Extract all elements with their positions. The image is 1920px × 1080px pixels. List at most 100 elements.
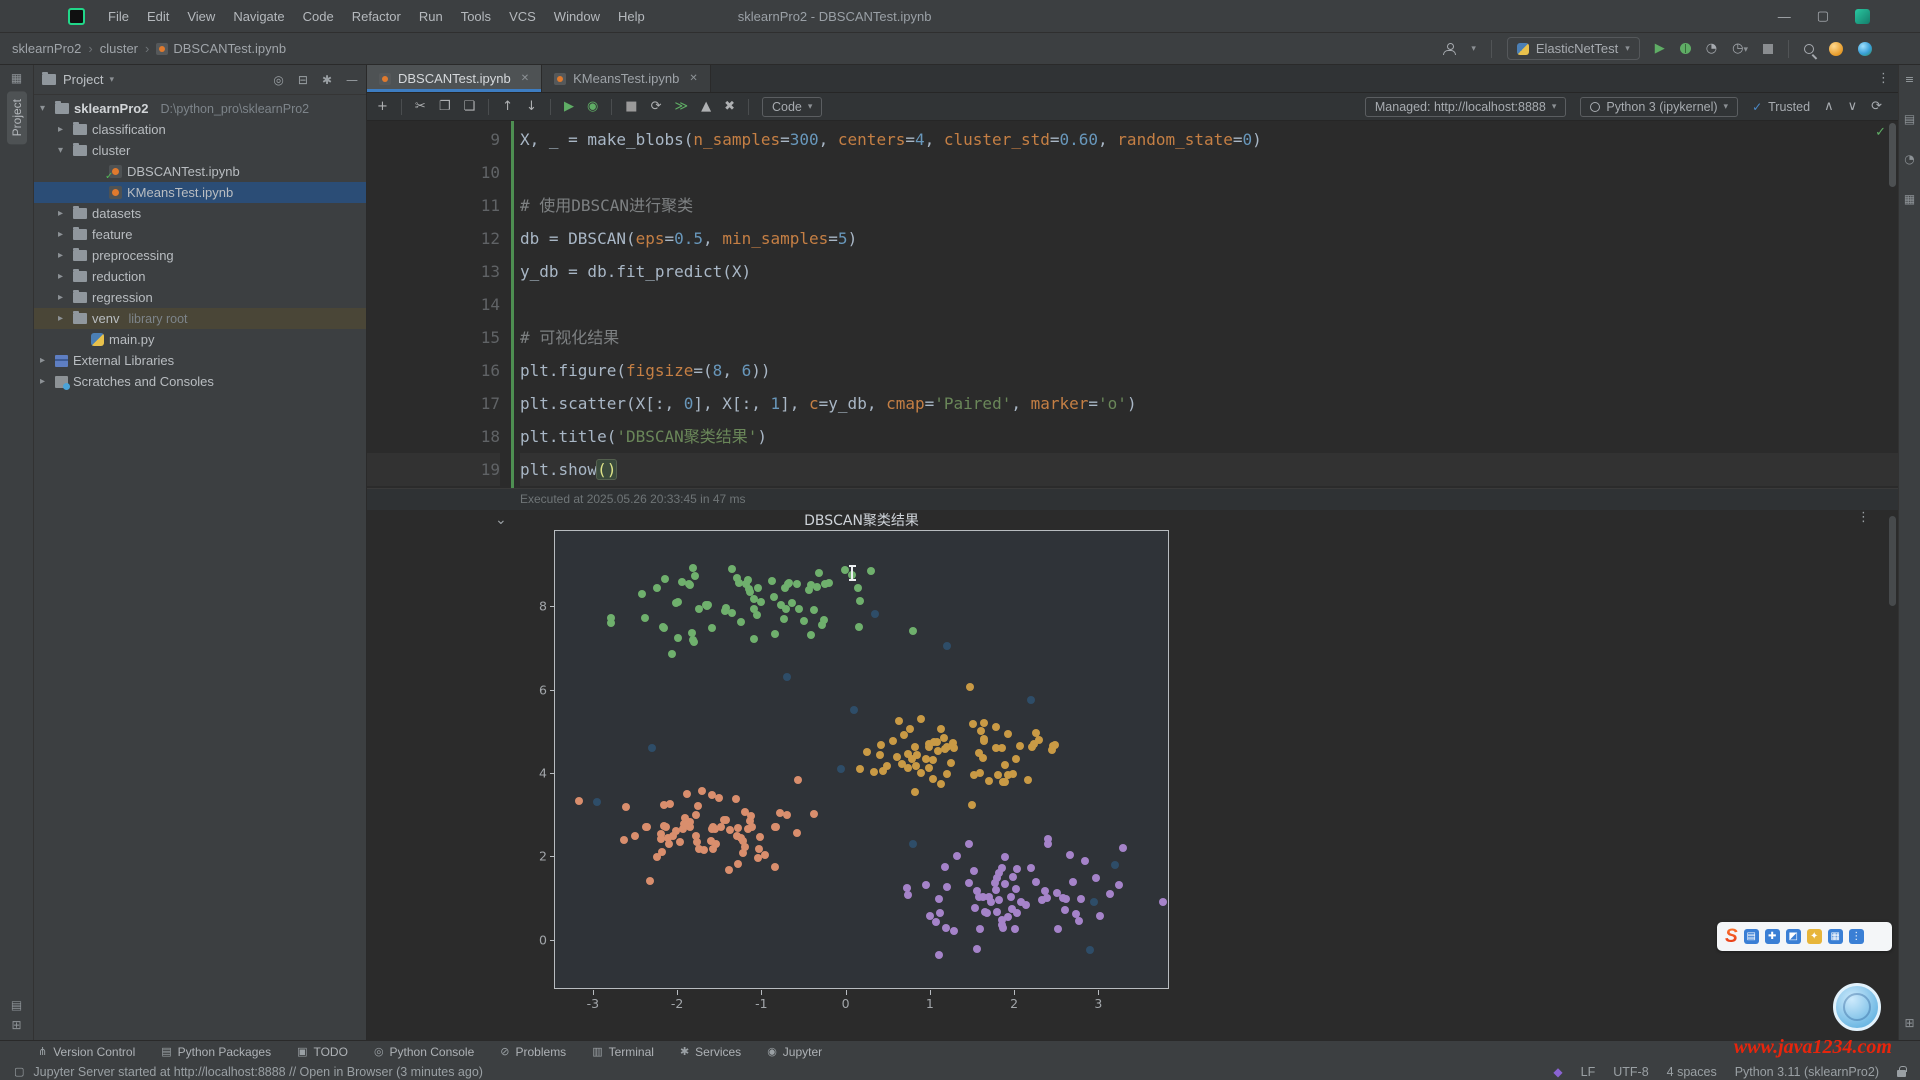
meetings-icon[interactable]: ▢ <box>14 1065 24 1078</box>
tool-window-problems[interactable]: ⊘Problems <box>500 1045 566 1059</box>
profiler-button[interactable]: ◷▾ <box>1732 41 1748 56</box>
move-cell-up-icon[interactable]: ↑ <box>502 99 513 114</box>
menu-refactor[interactable]: Refactor <box>343 9 410 24</box>
run-and-select-icon[interactable]: ◉ <box>587 99 598 114</box>
status-lf[interactable]: LF <box>1581 1065 1596 1079</box>
tool-window-python-packages[interactable]: ▤Python Packages <box>161 1045 271 1059</box>
menu-file[interactable]: File <box>99 9 138 24</box>
tree-item-sklearnpro2[interactable]: ▾sklearnPro2D:\python_pro\sklearnPro2 <box>34 98 366 119</box>
move-cell-down-icon[interactable]: ↓ <box>526 99 537 114</box>
code-editor[interactable]: X, _ = make_blobs(n_samples=300, centers… <box>500 123 1898 486</box>
ime-more-icon[interactable]: ⋮ <box>1849 929 1864 944</box>
menu-help[interactable]: Help <box>609 9 654 24</box>
menu-edit[interactable]: Edit <box>138 9 178 24</box>
code-line[interactable]: plt.show() <box>520 453 1898 486</box>
panel-settings-icon[interactable]: ✱ <box>322 73 332 87</box>
project-panel-title[interactable]: Project <box>63 72 103 87</box>
tool-window-jupyter[interactable]: ◉Jupyter <box>767 1045 822 1059</box>
input-method-toolbar[interactable]: S ▤ ✚ ◩ ✦ ▦ ⋮ <box>1717 922 1892 951</box>
tree-item-feature[interactable]: ▸feature <box>34 224 366 245</box>
tree-item-venv[interactable]: ▸venv library root <box>34 308 366 329</box>
collapse-output-icon[interactable]: ⌄ <box>495 512 507 528</box>
sciview-icon[interactable]: ◔ <box>1904 152 1914 166</box>
menu-view[interactable]: View <box>178 9 224 24</box>
chevron-down-icon[interactable]: ▾ <box>1471 44 1476 54</box>
tool-window-services[interactable]: ✱Services <box>680 1045 741 1059</box>
tree-item-regression[interactable]: ▸regression <box>34 287 366 308</box>
next-cell-icon[interactable]: ∨ <box>1848 99 1858 114</box>
clear-outputs-icon[interactable]: ▲ <box>701 99 711 114</box>
paste-cell-icon[interactable]: ❏ <box>463 99 475 114</box>
status-message[interactable]: Jupyter Server started at http://localho… <box>33 1065 483 1079</box>
orange-plugin-icon[interactable] <box>1829 42 1843 56</box>
search-everywhere-icon[interactable] <box>1804 44 1814 54</box>
sidebar-item-project[interactable]: Project <box>7 91 27 144</box>
interrupt-kernel-icon[interactable]: ■ <box>625 99 637 114</box>
code-line[interactable]: y_db = db.fit_predict(X) <box>520 255 1898 288</box>
tree-item-kmeanstest-ipynb[interactable]: KMeansTest.ipynb <box>34 182 366 203</box>
code-line[interactable]: X, _ = make_blobs(n_samples=300, centers… <box>520 123 1898 156</box>
ime-keyboard-icon[interactable]: ◩ <box>1786 929 1801 944</box>
status-python-3-11-sklearnpro2[interactable]: Python 3.11 (sklearnPro2) <box>1735 1065 1879 1079</box>
code-cell[interactable]: 910111213141516171819 X, _ = make_blobs(… <box>367 121 1898 510</box>
maximize-button[interactable]: ▢ <box>1817 8 1829 24</box>
dependencies-icon[interactable]: ◆ <box>1553 1065 1562 1079</box>
ime-panel-icon[interactable]: ▦ <box>1828 929 1843 944</box>
tool-window-terminal[interactable]: ▥Terminal <box>592 1045 654 1059</box>
trusted-checkbox[interactable]: ✓ Trusted <box>1752 100 1810 114</box>
tool-window-python-console[interactable]: ◎Python Console <box>374 1045 474 1059</box>
blue-plugin-icon[interactable] <box>1858 42 1872 56</box>
add-cell-icon[interactable]: + <box>377 99 388 114</box>
status-utf-8[interactable]: UTF-8 <box>1613 1065 1648 1079</box>
left-stripe-grid-icon[interactable]: ⊞ <box>11 1018 21 1032</box>
ime-tools-icon[interactable]: ✦ <box>1807 929 1822 944</box>
close-icon[interactable]: ✕ <box>689 73 697 84</box>
code-line[interactable]: plt.title('DBSCAN聚类结果') <box>520 420 1898 453</box>
minimize-button[interactable]: — <box>1778 9 1791 24</box>
tree-item-scratches-and-consoles[interactable]: ▸Scratches and Consoles <box>34 371 366 392</box>
tree-item-main-py[interactable]: main.py <box>34 329 366 350</box>
code-line[interactable]: db = DBSCAN(eps=0.5, min_samples=5) <box>520 222 1898 255</box>
output-scrollbar[interactable] <box>1889 516 1896 606</box>
tree-item-classification[interactable]: ▸classification <box>34 119 366 140</box>
cell-type-select[interactable]: Code ▾ <box>762 97 822 117</box>
menu-navigate[interactable]: Navigate <box>224 9 293 24</box>
code-line[interactable]: # 可视化结果 <box>520 321 1898 354</box>
refresh-icon[interactable]: ⟳ <box>1871 99 1882 114</box>
ime-mode-icon[interactable]: ▤ <box>1744 929 1759 944</box>
breadcrumb-item-sklearnpro2[interactable]: sklearnPro2 <box>12 41 81 56</box>
run-all-icon[interactable]: ≫ <box>674 99 688 114</box>
code-line[interactable]: # 使用DBSCAN进行聚类 <box>520 189 1898 222</box>
kernel-select[interactable]: Python 3 (ipykernel) ▾ <box>1580 97 1738 117</box>
tab-kmeanstest-ipynb[interactable]: KMeansTest.ipynb✕ <box>542 65 711 92</box>
code-line[interactable] <box>520 288 1898 321</box>
database-icon[interactable]: ▦ <box>1904 192 1915 206</box>
tree-item-external-libraries[interactable]: ▸External Libraries <box>34 350 366 371</box>
run-button[interactable]: ▶ <box>1655 41 1665 56</box>
chevron-down-icon[interactable]: ▾ <box>109 75 114 85</box>
stop-button[interactable] <box>1763 44 1773 54</box>
window-icon[interactable]: ▦ <box>11 71 22 85</box>
tree-item-preprocessing[interactable]: ▸preprocessing <box>34 245 366 266</box>
copy-cell-icon[interactable]: ❐ <box>439 99 451 114</box>
close-icon[interactable]: ✕ <box>521 73 529 84</box>
restart-kernel-icon[interactable]: ⟳ <box>651 99 662 114</box>
status-4-spaces[interactable]: 4 spaces <box>1667 1065 1717 1079</box>
code-line[interactable]: plt.scatter(X[:, 0], X[:, 1], c=y_db, cm… <box>520 387 1898 420</box>
tree-item-reduction[interactable]: ▸reduction <box>34 266 366 287</box>
right-stripe-bottom-icon[interactable]: ⊞ <box>1904 1016 1914 1030</box>
jupyter-server-select[interactable]: Managed: http://localhost:8888 ▾ <box>1365 97 1567 117</box>
menu-code[interactable]: Code <box>294 9 343 24</box>
output-options-icon[interactable]: ⋮ <box>1857 510 1870 525</box>
code-with-me-icon[interactable] <box>1443 43 1456 55</box>
cut-cell-icon[interactable]: ✂ <box>415 99 426 114</box>
tree-item-cluster[interactable]: ▾cluster <box>34 140 366 161</box>
run-cell-icon[interactable]: ▶ <box>564 99 574 114</box>
code-line[interactable] <box>520 156 1898 189</box>
debug-button[interactable] <box>1680 43 1691 54</box>
locate-file-icon[interactable]: ◎ <box>273 73 283 87</box>
notifications-icon[interactable]: ▤ <box>1904 112 1915 126</box>
editor-scrollbar[interactable] <box>1889 123 1896 187</box>
breadcrumb-item-dbscantest-ipynb[interactable]: DBSCANTest.ipynb <box>156 41 286 56</box>
menu-window[interactable]: Window <box>545 9 609 24</box>
